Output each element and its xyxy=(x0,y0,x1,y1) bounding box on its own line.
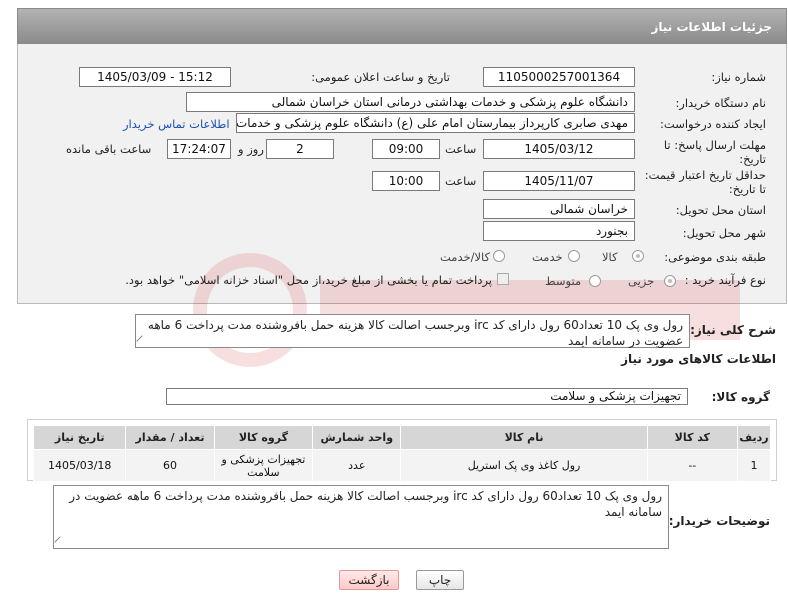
cell-item-code: -- xyxy=(646,449,738,482)
process-radio-medium[interactable] xyxy=(589,275,601,287)
col-row-number: ردیف xyxy=(736,425,772,450)
reply-deadline-time: 09:00 xyxy=(372,139,440,159)
buyer-contact-link[interactable]: اطلاعات تماس خریدار xyxy=(123,117,230,131)
process-option-minor: جزیی xyxy=(628,274,655,288)
announce-datetime-label: تاریخ و ساعت اعلان عمومی: xyxy=(311,70,450,84)
general-description-text: رول وی پک 10 تعداد60 رول دارای کد irc وب… xyxy=(147,318,683,348)
need-number-label: شماره نیاز: xyxy=(711,70,766,84)
remaining-time-field: 17:24:07 xyxy=(167,139,231,159)
cell-need-date: 1405/03/18 xyxy=(32,449,127,482)
treasury-note: پرداخت تمام یا بخشی از مبلغ خرید،از محل … xyxy=(125,273,492,287)
buyer-notes-text: رول وی پک 10 تعداد60 رول دارای کد irc وب… xyxy=(69,489,662,519)
goods-info-title: اطلاعات کالاهای مورد نیاز xyxy=(621,352,776,366)
remaining-time-label: ساعت باقی مانده xyxy=(66,142,152,156)
col-unit: واحد شمارش xyxy=(312,425,402,450)
delivery-province-field: خراسان شمالی xyxy=(483,199,635,219)
category-option-service: خدمت xyxy=(532,250,563,264)
requester-label: ایجاد کننده درخواست: xyxy=(660,117,766,131)
cell-unit: عدد xyxy=(312,449,402,482)
price-validity-date: 1405/11/07 xyxy=(483,171,635,191)
price-validity-time: 10:00 xyxy=(372,171,440,191)
goods-group-field: تجهیزات پزشکی و سلامت xyxy=(166,388,688,405)
need-number-field: 1105000257001364 xyxy=(483,67,635,87)
announce-datetime-field: 1405/03/09 - 15:12 xyxy=(79,67,231,87)
delivery-city-label: شهر محل تحویل: xyxy=(682,226,766,240)
reply-days-field: 2 xyxy=(266,139,334,159)
table-header-row: ردیف کد کالا نام کالا واحد شمارش گروه کا… xyxy=(32,425,772,450)
print-button[interactable]: چاپ xyxy=(416,570,464,590)
buyer-notes-textarea[interactable]: رول وی پک 10 تعداد60 رول دارای کد irc وب… xyxy=(53,485,669,549)
price-validity-label: حداقل تاریخ اعتبار قیمت: تا تاریخ: xyxy=(644,168,766,196)
buyer-notes-label: توضیحات خریدار: xyxy=(668,514,770,528)
panel-header: جزئیات اطلاعات نیاز xyxy=(17,8,787,44)
cell-quantity: 60 xyxy=(125,449,215,482)
reply-deadline-date: 1405/03/12 xyxy=(483,139,635,159)
table-row: 1 -- رول کاغذ وی پک استریل عدد تجهیزات پ… xyxy=(32,449,772,482)
resize-grip-icon[interactable] xyxy=(136,335,148,347)
cell-row-number: 1 xyxy=(736,449,772,482)
buyer-org-label: نام دستگاه خریدار: xyxy=(675,96,766,110)
col-item-code: کد کالا xyxy=(646,425,738,450)
back-button[interactable]: بازگشت xyxy=(339,570,399,590)
col-need-date: تاریخ نیاز xyxy=(32,425,127,450)
delivery-province-label: استان محل تحویل: xyxy=(675,203,766,217)
treasury-checkbox[interactable] xyxy=(497,273,509,285)
cell-item-name: رول کاغذ وی پک استریل xyxy=(400,449,648,482)
reply-deadline-label: مهلت ارسال پاسخ: تا تاریخ: xyxy=(663,138,766,166)
category-option-both: کالا/خدمت xyxy=(440,250,491,264)
process-type-label: نوع فرآیند خرید : xyxy=(684,273,766,287)
delivery-city-field: بجنورد xyxy=(483,221,635,241)
price-time-label: ساعت xyxy=(445,174,477,188)
items-table: ردیف کد کالا نام کالا واحد شمارش گروه کا… xyxy=(32,425,772,482)
category-radio-service[interactable] xyxy=(568,250,580,262)
category-radio-both[interactable] xyxy=(493,250,505,262)
reply-time-label: ساعت xyxy=(445,142,477,156)
category-label: طبقه بندی موضوعی: xyxy=(664,250,766,264)
resize-grip-icon[interactable] xyxy=(54,536,66,548)
process-radio-minor[interactable] xyxy=(664,275,676,287)
process-option-medium: متوسط xyxy=(545,274,582,288)
category-radio-goods[interactable] xyxy=(632,250,644,262)
goods-group-label: گروه کالا: xyxy=(711,390,770,404)
buyer-org-field: دانشگاه علوم پزشکی و خدمات بهداشتی درمان… xyxy=(186,92,635,112)
reply-days-label: روز و xyxy=(238,142,264,156)
general-description-label: شرح کلی نیاز: xyxy=(690,323,776,337)
general-description-textarea[interactable]: رول وی پک 10 تعداد60 رول دارای کد irc وب… xyxy=(135,314,690,348)
category-option-goods: کالا xyxy=(602,250,618,264)
requester-field: مهدی صابری کارپرداز بیمارستان امام علی (… xyxy=(236,113,635,133)
cell-goods-group: تجهیزات پزشکی و سلامت xyxy=(213,449,314,482)
col-item-name: نام کالا xyxy=(400,425,648,450)
col-goods-group: گروه کالا xyxy=(213,425,314,450)
col-quantity: تعداد / مقدار xyxy=(125,425,215,450)
